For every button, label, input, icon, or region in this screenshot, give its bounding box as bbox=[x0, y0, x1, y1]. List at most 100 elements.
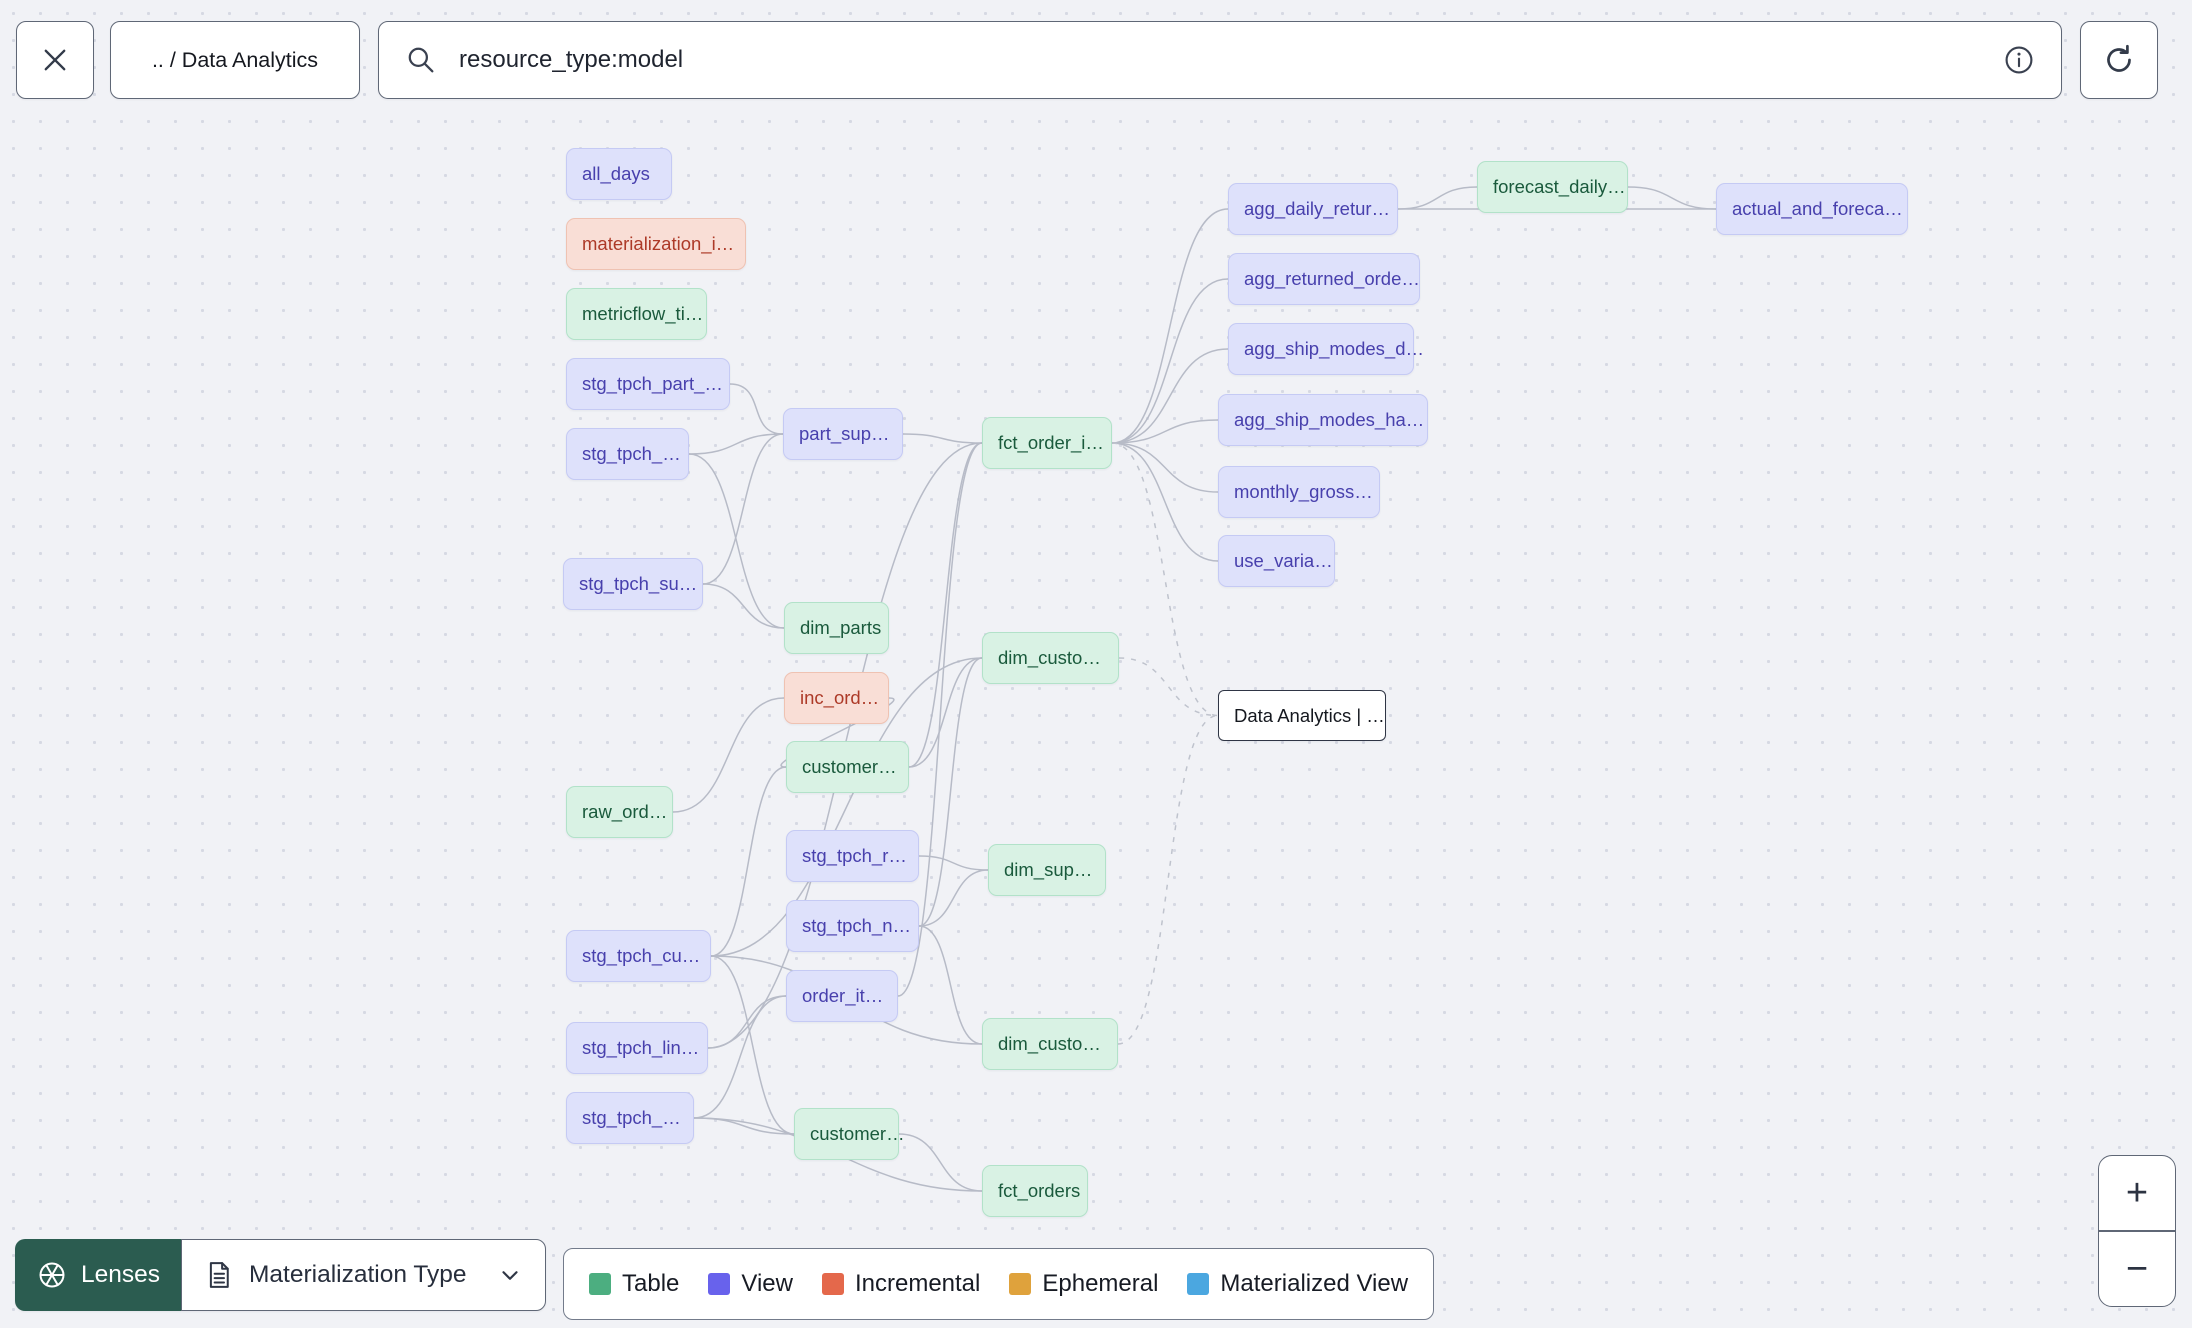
node-label: order_it… bbox=[802, 985, 884, 1006]
graph-node-exposure[interactable]: Data Analytics | … bbox=[1218, 690, 1386, 741]
lens-selector[interactable]: Materialization Type bbox=[181, 1239, 547, 1311]
lens-selected-label: Materialization Type bbox=[249, 1261, 467, 1288]
legend-item-ephemeral: Ephemeral bbox=[1009, 1270, 1158, 1298]
graph-node-materialization_i[interactable]: materialization_i… bbox=[566, 218, 746, 270]
zoom-in-button[interactable]: + bbox=[2099, 1156, 2175, 1230]
close-button[interactable] bbox=[16, 21, 94, 99]
node-label: stg_tpch_cu… bbox=[582, 945, 701, 966]
graph-node-metricflow_ti[interactable]: metricflow_ti… bbox=[566, 288, 707, 340]
node-label: dim_parts bbox=[800, 617, 882, 638]
node-label: stg_tpch_part_… bbox=[582, 373, 723, 394]
legend-swatch bbox=[589, 1273, 611, 1295]
graph-node-use_varia[interactable]: use_varia… bbox=[1218, 535, 1335, 587]
node-label: agg_ship_modes_d… bbox=[1244, 338, 1424, 359]
legend-item-materialized-view: Materialized View bbox=[1187, 1270, 1408, 1298]
breadcrumb[interactable]: .. / Data Analytics bbox=[110, 21, 360, 99]
legend-item-incremental: Incremental bbox=[821, 1270, 981, 1298]
graph-node-order_it[interactable]: order_it… bbox=[786, 970, 898, 1022]
node-label: stg_tpch_… bbox=[582, 443, 681, 464]
node-label: monthly_gross… bbox=[1234, 481, 1373, 502]
node-label: stg_tpch_… bbox=[582, 1107, 681, 1128]
legend-item-view: View bbox=[708, 1270, 793, 1298]
node-label: stg_tpch_r… bbox=[802, 845, 907, 866]
graph-node-customer_top[interactable]: customer… bbox=[786, 741, 909, 793]
node-label: customer… bbox=[802, 756, 897, 777]
node-label: fct_order_i… bbox=[998, 432, 1104, 453]
node-label: fct_orders bbox=[998, 1180, 1081, 1201]
document-icon bbox=[204, 1260, 234, 1290]
node-label: raw_ord… bbox=[582, 801, 668, 822]
search-bar[interactable] bbox=[378, 21, 2062, 99]
node-label: actual_and_foreca… bbox=[1732, 198, 1903, 219]
node-label: agg_ship_modes_ha… bbox=[1234, 409, 1425, 430]
graph-node-dim_parts[interactable]: dim_parts bbox=[784, 602, 889, 654]
legend-label: Ephemeral bbox=[1042, 1270, 1159, 1297]
graph-node-fct_order_items[interactable]: fct_order_i… bbox=[982, 417, 1112, 469]
graph-node-part_sup[interactable]: part_sup… bbox=[783, 408, 903, 460]
graph-node-agg_ship_modes_ha[interactable]: agg_ship_modes_ha… bbox=[1218, 394, 1428, 446]
legend-label: Materialized View bbox=[1220, 1270, 1409, 1297]
node-label: materialization_i… bbox=[582, 233, 735, 254]
graph-node-stg_tpch_n[interactable]: stg_tpch_n… bbox=[786, 900, 919, 952]
graph-node-dim_custo_top[interactable]: dim_custo… bbox=[982, 632, 1119, 684]
node-label: agg_returned_orde… bbox=[1244, 268, 1420, 289]
graph-node-raw_ord[interactable]: raw_ord… bbox=[566, 786, 673, 838]
graph-node-actual_and_foreca[interactable]: actual_and_foreca… bbox=[1716, 183, 1908, 235]
graph-node-dim_custo_bottom[interactable]: dim_custo… bbox=[982, 1018, 1118, 1070]
node-label: agg_daily_retur… bbox=[1244, 198, 1391, 219]
zoom-out-button[interactable]: − bbox=[2099, 1232, 2175, 1306]
graph-node-dim_sup[interactable]: dim_sup… bbox=[988, 844, 1106, 896]
close-icon bbox=[38, 43, 72, 77]
legend-label: Table bbox=[622, 1270, 680, 1297]
node-label: stg_tpch_lin… bbox=[582, 1037, 700, 1058]
graph-node-stg_tpch_r[interactable]: stg_tpch_r… bbox=[786, 830, 919, 882]
node-label: stg_tpch_su… bbox=[579, 573, 698, 594]
legend-swatch bbox=[1009, 1273, 1032, 1295]
graph-node-monthly_gross[interactable]: monthly_gross… bbox=[1218, 466, 1380, 518]
graph-node-stg_tpch_cu[interactable]: stg_tpch_cu… bbox=[566, 930, 711, 982]
zoom-controls: + − bbox=[2098, 1155, 2176, 1307]
lenses-control: Lenses Materialization Type bbox=[15, 1239, 547, 1311]
node-label: Data Analytics | … bbox=[1234, 704, 1385, 726]
node-label: dim_custo… bbox=[998, 647, 1101, 668]
legend-swatch bbox=[821, 1273, 844, 1295]
legend: Table View Incremental Ephemeral Materialize… bbox=[563, 1248, 1435, 1320]
chevron-down-icon bbox=[497, 1262, 523, 1288]
search-input[interactable] bbox=[457, 45, 1983, 75]
info-icon[interactable] bbox=[2003, 44, 2035, 76]
breadcrumb-label: .. / Data Analytics bbox=[151, 47, 319, 72]
graph-node-stg_tpch_part[interactable]: stg_tpch_part_… bbox=[566, 358, 730, 410]
graph-node-agg_returned_orde[interactable]: agg_returned_orde… bbox=[1228, 253, 1420, 305]
node-label: inc_ord… bbox=[800, 687, 880, 708]
node-label: part_sup… bbox=[799, 423, 890, 444]
graph-node-stg_tpch_su[interactable]: stg_tpch_su… bbox=[563, 558, 703, 610]
lenses-label: Lenses bbox=[81, 1261, 161, 1288]
graph-node-fct_orders[interactable]: fct_orders bbox=[982, 1165, 1088, 1217]
refresh-button[interactable] bbox=[2080, 21, 2158, 99]
graph-node-stg_tpch_ord[interactable]: stg_tpch_… bbox=[566, 1092, 694, 1144]
refresh-icon bbox=[2101, 42, 2137, 78]
node-label: dim_sup… bbox=[1004, 859, 1093, 880]
graph-node-customer_bottom[interactable]: customer… bbox=[794, 1108, 905, 1160]
legend-label: Incremental bbox=[854, 1270, 981, 1297]
graph-node-inc_ord[interactable]: inc_ord… bbox=[784, 672, 889, 724]
graph-nodes-layer: all_days materialization_i… metricflow_ti…… bbox=[0, 0, 2192, 1328]
node-label: all_days bbox=[582, 163, 650, 184]
graph-node-stg_tpch_parts[interactable]: stg_tpch_… bbox=[566, 428, 689, 480]
node-label: forecast_daily… bbox=[1493, 176, 1626, 197]
graph-node-agg_ship_modes_d[interactable]: agg_ship_modes_d… bbox=[1228, 323, 1424, 375]
graph-node-stg_tpch_lin[interactable]: stg_tpch_lin… bbox=[566, 1022, 708, 1074]
legend-label: View bbox=[741, 1270, 793, 1297]
node-label: stg_tpch_n… bbox=[802, 915, 912, 936]
node-label: metricflow_ti… bbox=[582, 303, 704, 324]
node-label: customer… bbox=[810, 1123, 905, 1144]
graph-node-all_days[interactable]: all_days bbox=[566, 148, 672, 200]
search-icon bbox=[405, 44, 437, 76]
lenses-button[interactable]: Lenses bbox=[15, 1239, 182, 1311]
graph-node-forecast_daily[interactable]: forecast_daily… bbox=[1477, 161, 1628, 213]
aperture-icon bbox=[36, 1259, 68, 1291]
legend-item-table: Table bbox=[589, 1270, 679, 1298]
graph-node-agg_daily_retur[interactable]: agg_daily_retur… bbox=[1228, 183, 1398, 235]
node-label: dim_custo… bbox=[998, 1033, 1101, 1054]
node-label: use_varia… bbox=[1234, 550, 1333, 571]
